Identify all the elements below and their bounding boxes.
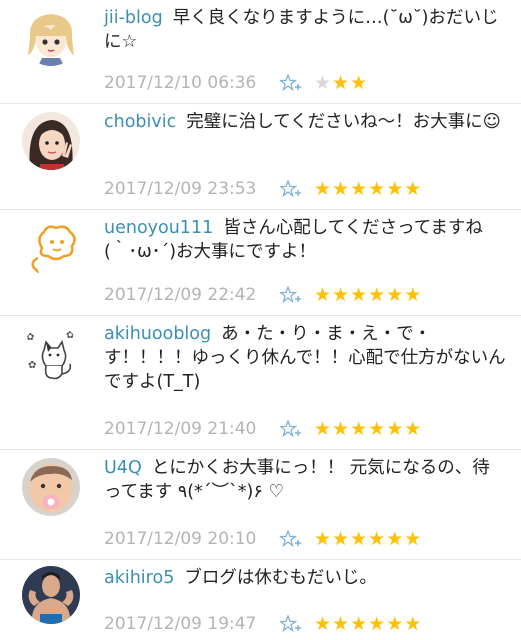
star-filled-icon: ★ <box>386 178 404 200</box>
comment-list: jii-blog 早く良くなりますように…(˘ω˘)おだいじに☆ 2017/12/… <box>0 0 521 640</box>
star-filled-icon: ★ <box>386 613 404 635</box>
add-star-icon[interactable] <box>278 73 304 92</box>
star-filled-icon: ★ <box>314 528 332 550</box>
star-filled-icon: ★ <box>332 418 350 440</box>
star-filled-icon: ★ <box>350 528 368 550</box>
star-rating: ★ ★ ★ ★ ★ ★ <box>314 614 421 634</box>
comment-user-link[interactable]: akihuooblog <box>104 324 211 344</box>
girl-peace-avatar-icon[interactable] <box>22 112 80 170</box>
star-filled-icon: ★ <box>368 284 386 306</box>
comment-item: uenoyou111 皆さん心配してくださってますね(｀･ω･´)お大事にですよ！… <box>0 210 521 316</box>
muscle-man-avatar-icon[interactable] <box>22 566 80 624</box>
comment-text: 完璧に治してくださいね〜！お大事に☺ <box>186 112 501 132</box>
star-filled-icon: ★ <box>314 418 332 440</box>
star-rating: ★ ★ ★ <box>314 73 367 93</box>
comment-date: 2017/12/09 22:42 <box>104 285 257 305</box>
add-star-icon[interactable] <box>278 419 304 438</box>
add-star-icon[interactable] <box>278 179 304 198</box>
comment-user-link[interactable]: uenoyou111 <box>104 218 213 238</box>
star-filled-icon: ★ <box>314 284 332 306</box>
svg-text:✿: ✿ <box>28 360 36 371</box>
star-filled-icon: ★ <box>332 613 350 635</box>
star-rating: ★ ★ ★ ★ ★ ★ <box>314 285 421 305</box>
comment-text: とにかくお大事にっ！！ 元気になるの、待ってます ٩(*´︶`*)۶ ♡ <box>104 458 490 502</box>
comment-text: ブログは休むもだいじ。 <box>184 568 377 588</box>
comment-user-link[interactable]: chobivic <box>104 112 176 132</box>
star-rating: ★ ★ ★ ★ ★ ★ <box>314 419 421 439</box>
star-filled-icon: ★ <box>350 72 368 94</box>
star-filled-icon: ★ <box>386 284 404 306</box>
star-filled-icon: ★ <box>368 528 386 550</box>
comment-date: 2017/12/09 19:47 <box>104 614 257 634</box>
star-filled-icon: ★ <box>350 418 368 440</box>
star-filled-icon: ★ <box>386 528 404 550</box>
star-rating: ★ ★ ★ ★ ★ ★ <box>314 179 421 199</box>
comment-item: ✿ ✿ ✿ akihuooblog あ・た・り・ま・え・で・す！！！！ゆっくり休ん… <box>0 316 521 450</box>
star-filled-icon: ★ <box>332 528 350 550</box>
star-filled-icon: ★ <box>386 418 404 440</box>
star-filled-icon: ★ <box>350 613 368 635</box>
star-filled-icon: ★ <box>350 178 368 200</box>
star-rating: ★ ★ ★ ★ ★ ★ <box>314 529 421 549</box>
orange-doodle-avatar-icon[interactable] <box>22 218 80 276</box>
add-star-icon[interactable] <box>278 614 304 633</box>
star-filled-icon: ★ <box>332 178 350 200</box>
comment-date: 2017/12/09 20:10 <box>104 529 257 549</box>
comment-item: akihiro5 ブログは休むもだいじ。 2017/12/09 19:47 ★ ★… <box>0 560 521 640</box>
star-filled-icon: ★ <box>332 284 350 306</box>
star-filled-icon: ★ <box>404 284 422 306</box>
star-filled-icon: ★ <box>314 613 332 635</box>
svg-text:✿: ✿ <box>66 330 74 341</box>
anime-girl-avatar-icon[interactable] <box>22 8 80 66</box>
comment-date: 2017/12/09 21:40 <box>104 419 257 439</box>
star-filled-icon: ★ <box>332 72 350 94</box>
comment-user-link[interactable]: jii-blog <box>104 8 163 28</box>
star-filled-icon: ★ <box>368 178 386 200</box>
star-filled-icon: ★ <box>314 178 332 200</box>
add-star-icon[interactable] <box>278 285 304 304</box>
comment-item: chobivic 完璧に治してくださいね〜！お大事に☺ 2017/12/09 23… <box>0 104 521 210</box>
star-filled-icon: ★ <box>404 178 422 200</box>
baby-face-avatar-icon[interactable] <box>22 458 80 516</box>
add-star-icon[interactable] <box>278 529 304 548</box>
star-filled-icon: ★ <box>404 613 422 635</box>
svg-text:✿: ✿ <box>26 332 34 343</box>
comment-date: 2017/12/10 06:36 <box>104 73 257 93</box>
cat-sketch-avatar-icon[interactable]: ✿ ✿ ✿ <box>22 324 80 382</box>
star-filled-icon: ★ <box>368 418 386 440</box>
comment-item: U4Q とにかくお大事にっ！！ 元気になるの、待ってます ٩(*´︶`*)۶ ♡ … <box>0 450 521 560</box>
comment-user-link[interactable]: akihiro5 <box>104 568 174 588</box>
star-filled-icon: ★ <box>404 528 422 550</box>
comment-text: 早く良くなりますように…(˘ω˘)おだいじに☆ <box>104 8 499 52</box>
star-filled-icon: ★ <box>404 418 422 440</box>
comment-user-link[interactable]: U4Q <box>104 458 142 478</box>
star-filled-icon: ★ <box>350 284 368 306</box>
comment-date: 2017/12/09 23:53 <box>104 179 257 199</box>
star-filled-icon: ★ <box>368 613 386 635</box>
comment-item: jii-blog 早く良くなりますように…(˘ω˘)おだいじに☆ 2017/12/… <box>0 0 521 104</box>
star-empty-icon: ★ <box>314 72 332 94</box>
